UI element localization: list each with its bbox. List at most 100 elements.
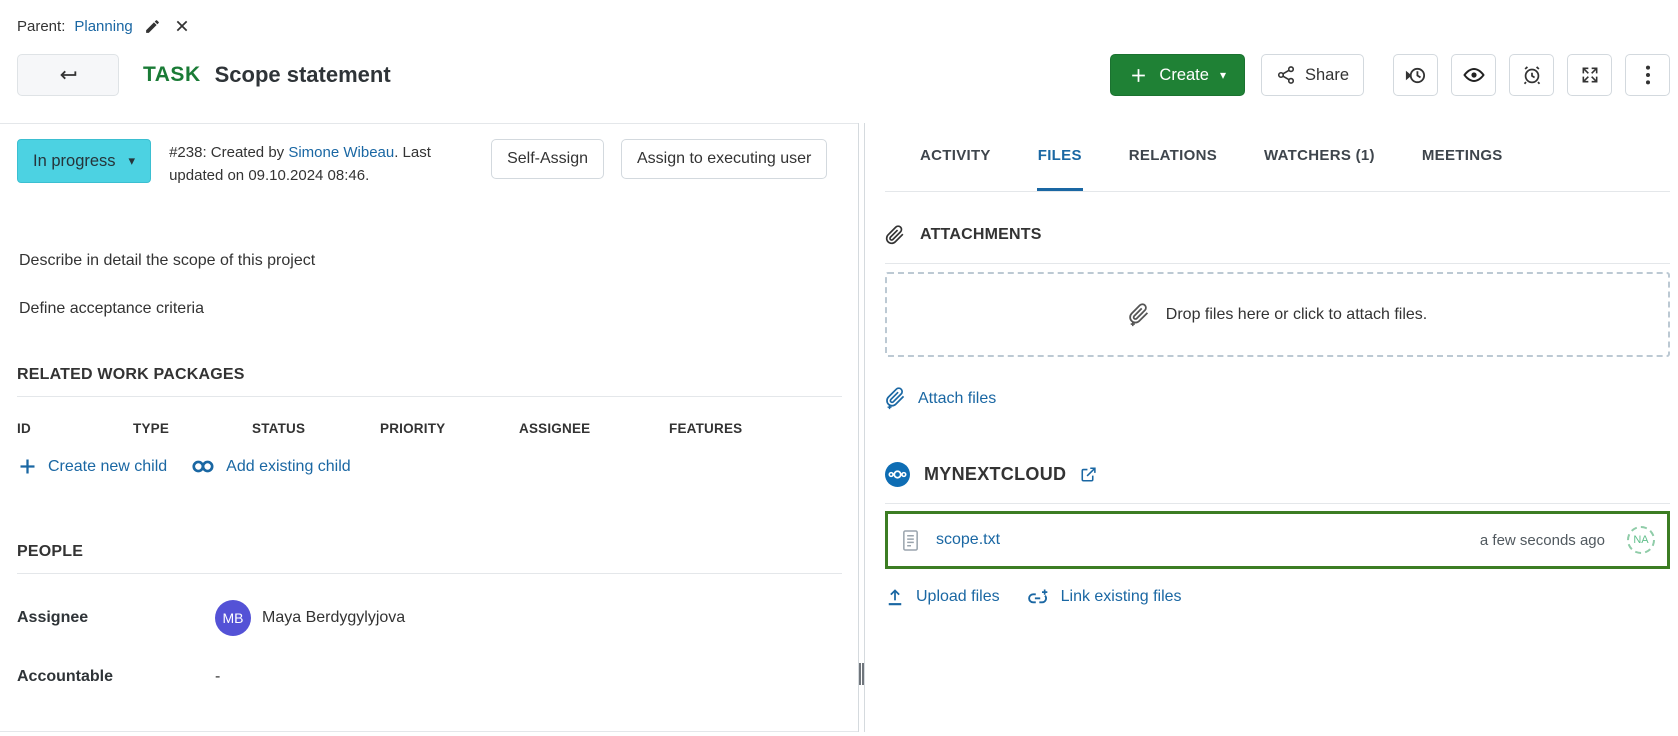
dropzone-text: Drop files here or click to attach files…	[1166, 306, 1427, 324]
parent-label: Parent:	[17, 18, 65, 35]
back-button[interactable]	[17, 54, 119, 96]
pane-resize-handle[interactable]	[858, 123, 865, 732]
status-dropdown[interactable]: In progress ▾	[17, 139, 151, 183]
plus-icon	[1129, 66, 1148, 85]
more-menu-button[interactable]	[1625, 54, 1670, 96]
file-row[interactable]: scope.txt a few seconds ago NA	[885, 511, 1670, 569]
add-existing-child-label: Add existing child	[226, 458, 351, 476]
meta-prefix: #238: Created by	[169, 144, 288, 161]
share-icon	[1276, 65, 1296, 85]
page-header: Parent: Planning TASK Scope statement Cr…	[0, 0, 1678, 97]
column-priority: PRIORITY	[380, 421, 519, 436]
tab-relations[interactable]: RELATIONS	[1128, 147, 1218, 191]
status-label: In progress	[33, 152, 116, 171]
assign-executing-user-button[interactable]: Assign to executing user	[621, 139, 827, 179]
link-rings-icon	[191, 459, 216, 474]
upload-files-link[interactable]: Upload files	[885, 587, 1000, 607]
storage-header: MYNEXTCLOUD	[885, 462, 1670, 504]
tab-bar: ACTIVITY FILES RELATIONS WATCHERS (1) ME…	[885, 123, 1670, 192]
column-assignee: ASSIGNEE	[519, 421, 669, 436]
document-icon	[901, 529, 920, 552]
work-package-details-pane: In progress ▾ #238: Created by Simone Wi…	[0, 123, 858, 732]
close-icon	[174, 18, 190, 34]
author-link[interactable]: Simone Wibeau	[288, 144, 394, 161]
file-dropzone[interactable]: Drop files here or click to attach files…	[885, 272, 1670, 357]
open-storage-link[interactable]	[1080, 466, 1097, 483]
link-existing-files-label: Link existing files	[1061, 588, 1182, 606]
column-status: STATUS	[252, 421, 380, 436]
share-button-label: Share	[1305, 66, 1349, 85]
description-line: Define acceptance criteria	[19, 299, 842, 318]
header-actions: Create ▾ Share	[1110, 54, 1670, 96]
attach-files-label: Attach files	[918, 390, 996, 408]
create-new-child-label: Create new child	[48, 458, 167, 476]
people-heading: PEOPLE	[17, 543, 842, 574]
paperclip-icon	[885, 225, 905, 245]
breadcrumb: Parent: Planning	[17, 14, 1670, 38]
attachments-heading: ATTACHMENTS	[920, 226, 1042, 244]
work-package-page: Parent: Planning TASK Scope statement Cr…	[0, 0, 1678, 732]
paperclip-plus-icon	[1128, 303, 1150, 327]
nextcloud-icon	[885, 462, 910, 487]
tab-activity[interactable]: ACTIVITY	[919, 147, 992, 191]
attach-files-link[interactable]: Attach files	[885, 387, 996, 410]
create-new-child-link[interactable]: Create new child	[17, 456, 167, 477]
add-existing-child-link[interactable]: Add existing child	[191, 458, 351, 476]
activity-history-button[interactable]	[1393, 54, 1438, 96]
assignee-avatar[interactable]: MB	[215, 600, 251, 636]
main-content: In progress ▾ #238: Created by Simone Wi…	[0, 123, 1678, 732]
history-icon	[1404, 64, 1427, 87]
reminder-button[interactable]	[1509, 54, 1554, 96]
details-tabs-pane: ACTIVITY FILES RELATIONS WATCHERS (1) ME…	[865, 123, 1678, 732]
share-button[interactable]: Share	[1261, 54, 1364, 96]
tab-watchers[interactable]: WATCHERS (1)	[1263, 147, 1376, 191]
column-type: TYPE	[133, 421, 252, 436]
assignee-row: Assignee MB Maya Berdygylyjova	[17, 600, 842, 636]
child-actions: Create new child Add existing child	[17, 456, 842, 477]
page-title: Scope statement	[215, 62, 391, 88]
accountable-value[interactable]: -	[215, 668, 220, 686]
work-package-meta: #238: Created by Simone Wibeau. Last upd…	[169, 139, 471, 187]
external-link-icon	[1080, 466, 1097, 483]
link-existing-files-link[interactable]: Link existing files	[1026, 587, 1182, 607]
storage-actions: Upload files Link existing files	[885, 587, 1670, 607]
description-line: Describe in detail the scope of this pro…	[19, 251, 842, 270]
storage-name: MYNEXTCLOUD	[924, 464, 1066, 485]
arrow-left-icon	[57, 64, 79, 86]
attachments-header: ATTACHMENTS	[885, 225, 1670, 264]
chevron-down-icon: ▾	[1220, 68, 1226, 82]
accountable-row: Accountable -	[17, 668, 842, 686]
paperclip-plus-icon	[885, 387, 906, 410]
accountable-label: Accountable	[17, 668, 215, 686]
link-plus-icon	[1026, 587, 1050, 607]
resize-grip-icon[interactable]	[859, 663, 864, 685]
assignee-label: Assignee	[17, 609, 215, 627]
file-timestamp: a few seconds ago	[1480, 532, 1605, 549]
description: Describe in detail the scope of this pro…	[17, 251, 842, 318]
file-user-avatar: NA	[1627, 526, 1655, 554]
expand-icon	[1580, 65, 1600, 85]
fullscreen-button[interactable]	[1567, 54, 1612, 96]
column-id: ID	[17, 421, 133, 436]
upload-icon	[885, 587, 905, 607]
title-row: TASK Scope statement Create ▾ Share	[17, 53, 1670, 97]
parent-link[interactable]: Planning	[74, 18, 132, 35]
tab-meetings[interactable]: MEETINGS	[1421, 147, 1504, 191]
work-package-type: TASK	[143, 63, 201, 87]
assign-buttons: Self-Assign Assign to executing user	[491, 139, 827, 179]
chevron-down-icon: ▾	[129, 153, 136, 169]
eye-icon	[1462, 63, 1486, 87]
create-button[interactable]: Create ▾	[1110, 54, 1245, 96]
kebab-menu-icon	[1645, 64, 1651, 86]
plus-icon	[17, 456, 38, 477]
file-link[interactable]: scope.txt	[936, 531, 1000, 549]
assignee-name[interactable]: Maya Berdygylyjova	[262, 609, 405, 627]
self-assign-button[interactable]: Self-Assign	[491, 139, 604, 179]
watch-button[interactable]	[1451, 54, 1496, 96]
alarm-clock-icon	[1521, 64, 1543, 86]
edit-parent-button[interactable]	[142, 18, 163, 35]
upload-files-label: Upload files	[916, 588, 1000, 606]
column-features: FEATURES	[669, 421, 842, 436]
tab-files[interactable]: FILES	[1037, 147, 1083, 191]
remove-parent-button[interactable]	[172, 18, 192, 34]
